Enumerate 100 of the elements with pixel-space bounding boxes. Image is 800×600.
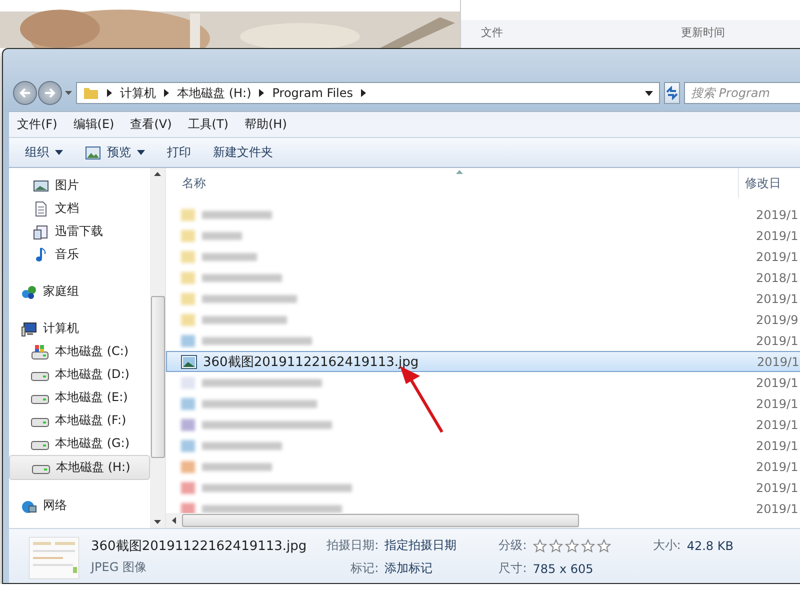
dropdown-icon[interactable]: [645, 90, 653, 96]
star-icon[interactable]: [532, 538, 547, 552]
toolbar-button[interactable]: 预览: [79, 141, 151, 164]
menu-item[interactable]: 工具(T): [188, 116, 228, 133]
file-row[interactable]: 2019/1: [166, 288, 800, 309]
nav-item[interactable]: 本地磁盘 (D:): [9, 363, 150, 386]
menu-item[interactable]: 查看(V): [130, 116, 172, 133]
menu-item[interactable]: 编辑(E): [73, 116, 114, 133]
file-row[interactable]: 2019/1: [166, 204, 800, 225]
nav-icon: [33, 200, 49, 216]
field-value[interactable]: 添加标记: [384, 560, 457, 577]
breadcrumb[interactable]: 本地磁盘 (H:): [177, 84, 252, 102]
date-cell-text: 2019/1: [755, 460, 798, 474]
file-row[interactable]: 360截图20191122162419113.jpg 2019/1: [166, 351, 800, 372]
date-cell-text: 2019/1: [755, 396, 798, 410]
column-header[interactable]: 名称: [166, 174, 738, 192]
nav-item[interactable]: 本地磁盘 (C:): [9, 340, 150, 363]
field-value: 42.8 KB: [686, 538, 734, 552]
folder-icon: [83, 85, 99, 101]
caret-icon: [55, 150, 63, 155]
drive-icon: [31, 441, 49, 450]
date-cell-text: 2019/1: [755, 376, 798, 390]
drive-icon: [31, 344, 49, 360]
nav-item[interactable]: 图片: [9, 174, 150, 197]
drive-icon: [31, 372, 49, 381]
nav-item[interactable]: 网络: [9, 494, 150, 517]
file-row[interactable]: 2018/1: [166, 267, 800, 288]
image-file-icon: [181, 354, 197, 368]
toolbar-button[interactable]: 组织: [19, 141, 69, 164]
file-type: JPEG 图像: [91, 559, 148, 576]
back-arrow-icon: [19, 87, 31, 99]
scroll-up-icon[interactable]: [154, 172, 161, 176]
file-row[interactable]: 2019/1: [166, 246, 800, 267]
date-cell-text: 2019/1: [755, 228, 798, 242]
drive-icon: [31, 418, 49, 427]
nav-item[interactable]: 本地磁盘 (G:): [9, 432, 150, 455]
nav-item[interactable]: 迅雷下载: [9, 220, 150, 243]
star-icon[interactable]: [580, 538, 595, 552]
date-cell-text: 2019/1: [755, 438, 798, 452]
column-header[interactable]: 修改日: [738, 168, 781, 198]
date-cell-text: 2019/1: [755, 334, 798, 348]
file-row[interactable]: 2019/1: [166, 330, 800, 351]
date-cell-text: 2019/1: [755, 418, 798, 432]
file-row[interactable]: 2019/1: [166, 456, 800, 477]
scroll-left-icon[interactable]: [172, 517, 176, 524]
refresh-button[interactable]: [664, 82, 680, 104]
sort-icon: [456, 170, 463, 174]
breadcrumb[interactable]: Program Files: [272, 86, 354, 100]
file-name: 360截图20191122162419113.jpg: [91, 538, 307, 555]
forward-button[interactable]: [38, 81, 62, 105]
nav-icon: [21, 320, 37, 336]
column-header: 更新时间: [681, 25, 725, 40]
menu-item[interactable]: 帮助(H): [244, 116, 287, 133]
menu-item[interactable]: 文件(F): [17, 116, 58, 133]
field-value: 785 x 605: [532, 562, 594, 576]
field-label: 拍摄日期:: [326, 537, 379, 554]
chevron-icon[interactable]: [164, 89, 169, 97]
file-row[interactable]: 2019/1: [166, 372, 800, 393]
drive-icon: [32, 465, 50, 474]
toolbar-button[interactable]: 打印: [161, 141, 197, 164]
nav-item[interactable]: 文档: [9, 197, 150, 220]
forward-arrow-icon: [44, 87, 56, 99]
field-value[interactable]: 指定拍摄日期: [384, 537, 457, 554]
breadcrumb[interactable]: 计算机: [120, 84, 156, 102]
caret-icon[interactable]: [65, 91, 72, 95]
scrollbar[interactable]: [166, 513, 579, 528]
scrollbar[interactable]: [150, 168, 165, 528]
nav-icon: [33, 224, 49, 240]
field-label: 分级:: [498, 537, 527, 554]
nav-item[interactable]: 本地磁盘 (F:): [9, 409, 150, 432]
star-icon[interactable]: [596, 538, 611, 552]
address-bar[interactable]: 计算机 本地磁盘 (H:) Program Files: [76, 82, 660, 104]
search-field[interactable]: 搜索 Program: [684, 82, 800, 104]
nav-item[interactable]: 本地磁盘 (H:): [9, 455, 150, 480]
chevron-icon[interactable]: [361, 89, 366, 97]
date-cell-text: 2018/1: [755, 270, 798, 284]
star-icon[interactable]: [548, 538, 563, 552]
date-cell-text: 2019/1: [756, 354, 800, 368]
star-icon[interactable]: [564, 538, 579, 552]
column-header: 文件: [481, 25, 504, 40]
scroll-down-icon[interactable]: [154, 520, 161, 524]
file-row[interactable]: 2019/1: [166, 393, 800, 414]
drive-icon: [31, 395, 49, 404]
caret-icon: [137, 150, 145, 155]
file-row[interactable]: 2019/1: [166, 435, 800, 456]
toolbar-button[interactable]: 新建文件夹: [207, 141, 279, 164]
file-row[interactable]: 2019/1: [166, 225, 800, 246]
nav-item[interactable]: 计算机: [9, 317, 150, 340]
nav-item[interactable]: 家庭组: [9, 280, 150, 303]
nav-item[interactable]: 本地磁盘 (E:): [9, 386, 150, 409]
chevron-icon[interactable]: [107, 89, 112, 97]
file-row[interactable]: 2019/1: [166, 477, 800, 498]
nav-item[interactable]: 音乐: [9, 243, 150, 266]
back-button[interactable]: [13, 81, 37, 105]
file-row[interactable]: 2019/9: [166, 309, 800, 330]
field-label: 尺寸:: [498, 560, 527, 577]
chevron-icon[interactable]: [259, 89, 264, 97]
file-row[interactable]: 2019/1: [166, 414, 800, 435]
star-rating[interactable]: [532, 538, 611, 552]
date-cell-text: 2019/1: [755, 480, 798, 494]
